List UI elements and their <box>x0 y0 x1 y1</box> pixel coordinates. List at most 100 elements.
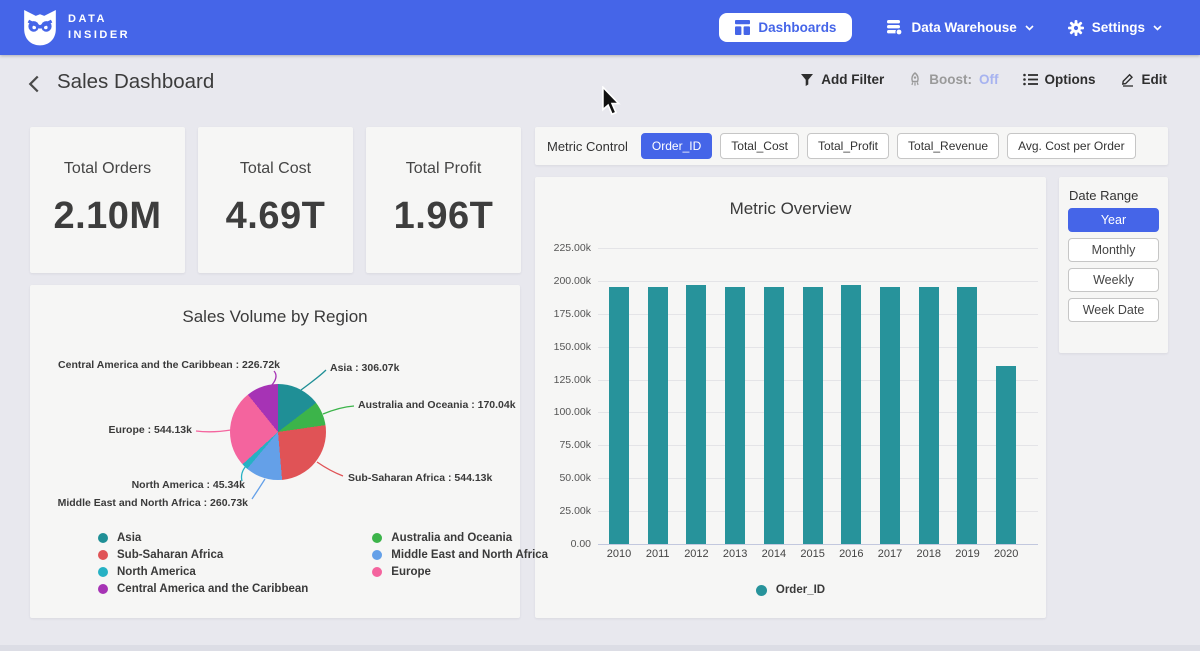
pie-callout-sub-saharan: Sub-Saharan Africa : 544.13k <box>348 472 492 484</box>
pie-legend-col1: Asia Sub-Saharan Africa North America Centr… <box>98 532 308 595</box>
kpi-value: 4.69T <box>226 195 326 238</box>
edit-label: Edit <box>1142 72 1168 87</box>
kpi-card-total-profit: Total Profit 1.96T <box>366 127 521 273</box>
options-button[interactable]: Options <box>1023 72 1096 87</box>
x-tick-label: 2016 <box>831 548 871 560</box>
bar-2011[interactable] <box>648 287 668 544</box>
data-warehouse-label: Data Warehouse <box>911 20 1016 35</box>
kpi-label: Total Cost <box>240 160 311 178</box>
bar-2013[interactable] <box>725 287 745 544</box>
back-button[interactable] <box>26 74 48 96</box>
metric-option-total-profit[interactable]: Total_Profit <box>807 133 889 159</box>
metric-option-order-id[interactable]: Order_ID <box>641 133 712 159</box>
gridline <box>598 248 1038 249</box>
metric-option-total-cost[interactable]: Total_Cost <box>720 133 799 159</box>
page-header: Sales Dashboard Add Filter Boost: Off <box>0 70 1200 110</box>
settings-label: Settings <box>1092 20 1145 35</box>
x-tick-label: 2012 <box>676 548 716 560</box>
bar-2015[interactable] <box>803 287 823 544</box>
brand-line2: INSIDER <box>68 28 130 44</box>
brand-line1: DATA <box>68 12 130 28</box>
gridline <box>598 281 1038 282</box>
brand[interactable]: DATA INSIDER <box>22 9 130 47</box>
pie-legend-item[interactable]: North America <box>98 566 308 578</box>
gridline <box>598 544 1038 545</box>
legend-label: Central America and the Caribbean <box>117 583 308 595</box>
add-filter-button[interactable]: Add Filter <box>800 72 884 87</box>
legend-label: Europe <box>391 566 431 578</box>
kpi-value: 1.96T <box>394 195 494 238</box>
pie-legend-item[interactable]: Australia and Oceania <box>372 532 548 544</box>
kpi-value: 2.10M <box>53 195 161 238</box>
y-tick-label: 125.00k <box>535 374 591 386</box>
bar-2020[interactable] <box>996 366 1016 544</box>
date-range-monthly[interactable]: Monthly <box>1068 238 1159 262</box>
legend-dot-icon <box>98 584 108 594</box>
legend-dot-icon <box>372 533 382 543</box>
x-tick-label: 2019 <box>947 548 987 560</box>
metric-option-avg-cost-per-order[interactable]: Avg. Cost per Order <box>1007 133 1136 159</box>
dashboards-button[interactable]: Dashboards <box>719 13 852 42</box>
pie-legend-item[interactable]: Europe <box>372 566 548 578</box>
y-tick-label: 25.00k <box>535 505 591 517</box>
legend-label: Asia <box>117 532 141 544</box>
y-tick-label: 100.00k <box>535 406 591 418</box>
date-range-week-date[interactable]: Week Date <box>1068 298 1159 322</box>
bar-2018[interactable] <box>919 287 939 544</box>
dashboards-label: Dashboards <box>758 20 836 35</box>
pie-legend-item[interactable]: Middle East and North Africa <box>372 549 548 561</box>
bar-2014[interactable] <box>764 287 784 544</box>
pie-callout-asia: Asia : 306.07k <box>330 362 399 374</box>
pie-legend-item[interactable]: Asia <box>98 532 308 544</box>
pie-legend-item[interactable]: Central America and the Caribbean <box>98 583 308 595</box>
pie-callout-australia: Australia and Oceania : 170.04k <box>358 399 516 411</box>
metric-option-total-revenue[interactable]: Total_Revenue <box>897 133 999 159</box>
chevron-down-icon <box>1153 25 1162 31</box>
bar-legend-label: Order_ID <box>776 584 825 596</box>
legend-label: Middle East and North Africa <box>391 549 548 561</box>
legend-dot-icon <box>372 550 382 560</box>
x-tick-label: 2015 <box>793 548 833 560</box>
edit-button[interactable]: Edit <box>1120 72 1168 87</box>
x-tick-label: 2013 <box>715 548 755 560</box>
owl-logo-icon <box>22 9 58 47</box>
y-tick-label: 150.00k <box>535 341 591 353</box>
y-tick-label: 75.00k <box>535 439 591 451</box>
legend-dot-icon <box>98 567 108 577</box>
bar-2010[interactable] <box>609 287 629 544</box>
pie-legend-col2: Australia and Oceania Middle East and Nor… <box>372 532 548 595</box>
boost-value: Off <box>979 72 999 87</box>
date-range-year[interactable]: Year <box>1068 208 1159 232</box>
bar-2017[interactable] <box>880 287 900 544</box>
kpi-label: Total Profit <box>406 160 482 178</box>
legend-label: North America <box>117 566 196 578</box>
filter-funnel-icon <box>800 73 814 87</box>
pie-callout-north-america: North America : 45.34k <box>132 479 245 491</box>
bottom-strip <box>0 645 1200 651</box>
legend-label: Australia and Oceania <box>391 532 512 544</box>
settings-menu[interactable]: Settings <box>1068 20 1162 36</box>
pie-callout-central-america: Central America and the Caribbean : 226.… <box>58 359 280 371</box>
rocket-icon <box>908 72 922 87</box>
bar-2019[interactable] <box>957 287 977 544</box>
legend-label: Sub-Saharan Africa <box>117 549 223 561</box>
legend-dot-icon <box>98 550 108 560</box>
bar-2012[interactable] <box>686 285 706 544</box>
kpi-card-total-cost: Total Cost 4.69T <box>198 127 353 273</box>
legend-dot-icon <box>98 533 108 543</box>
bar-2016[interactable] <box>841 285 861 544</box>
data-warehouse-menu[interactable]: Data Warehouse <box>886 19 1033 36</box>
chevron-down-icon <box>1025 25 1034 31</box>
gear-icon <box>1068 20 1084 36</box>
boost-toggle[interactable]: Boost: Off <box>908 72 998 87</box>
date-range-weekly[interactable]: Weekly <box>1068 268 1159 292</box>
pencil-icon <box>1120 72 1135 87</box>
boost-label: Boost: <box>929 72 972 87</box>
pie-legend-item[interactable]: Sub-Saharan Africa <box>98 549 308 561</box>
x-tick-label: 2018 <box>909 548 949 560</box>
options-label: Options <box>1045 72 1096 87</box>
kpi-card-total-orders: Total Orders 2.10M <box>30 127 185 273</box>
bar-chart-legend[interactable]: Order_ID <box>535 584 1046 596</box>
x-tick-label: 2017 <box>870 548 910 560</box>
x-tick-label: 2014 <box>754 548 794 560</box>
